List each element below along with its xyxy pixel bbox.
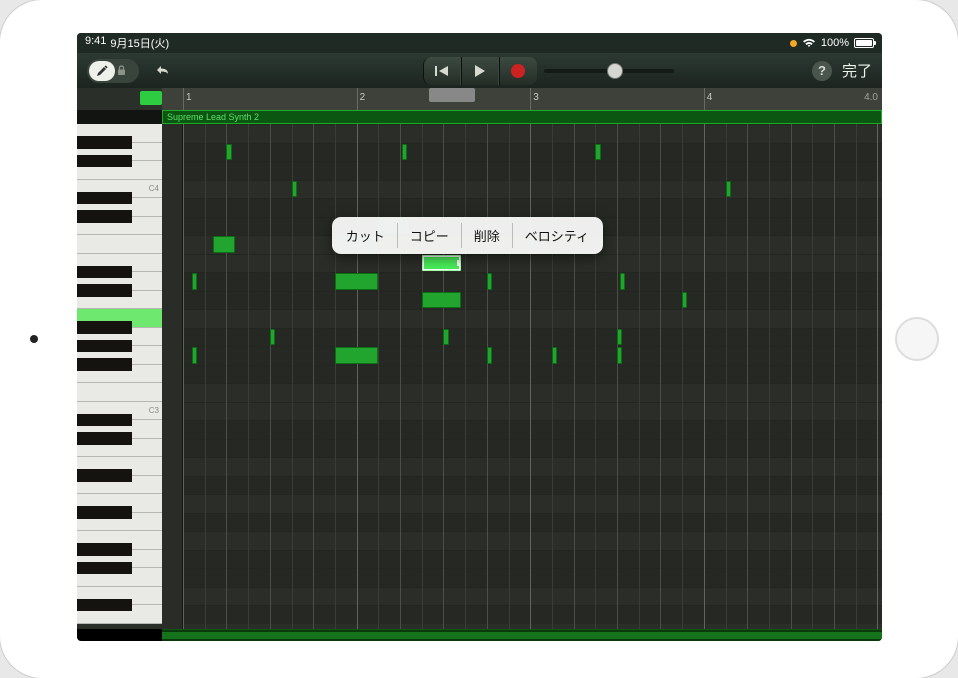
cycle-locator[interactable] [140, 91, 162, 105]
context-menu-item[interactable]: ベロシティ [513, 223, 601, 248]
piano-key-black[interactable] [77, 210, 132, 223]
context-menu: カットコピー削除ベロシティ [332, 217, 603, 254]
midi-note[interactable] [595, 144, 600, 161]
midi-note[interactable] [422, 255, 461, 272]
help-icon-glyph: ? [818, 63, 826, 78]
piano-key-black[interactable] [77, 358, 132, 371]
piano-key-black[interactable] [77, 321, 132, 334]
ruler-gutter [77, 88, 162, 110]
overview-region [162, 632, 882, 639]
midi-note[interactable] [487, 273, 492, 290]
midi-note[interactable] [487, 347, 492, 364]
screen: 9:41 9月15日(火) 100% [77, 33, 882, 641]
context-menu-item[interactable]: コピー [398, 223, 462, 248]
ruler-bar-label: 1 [186, 92, 192, 103]
playhead[interactable] [429, 88, 475, 102]
slider-thumb-icon [607, 63, 623, 79]
context-menu-item[interactable]: カット [334, 223, 398, 248]
note-grid[interactable]: カットコピー削除ベロシティ [183, 124, 882, 629]
status-time: 9:41 [85, 35, 106, 51]
midi-note[interactable] [422, 292, 461, 309]
note-grid-gutter [162, 124, 183, 629]
piano-key-black[interactable] [77, 414, 132, 427]
piano-key-label: C4 [149, 184, 159, 193]
midi-note[interactable] [617, 347, 622, 364]
edit-mode-toggle[interactable] [87, 59, 139, 83]
toolbar: ? 完了 [77, 53, 882, 88]
midi-note[interactable] [192, 347, 197, 364]
ruler[interactable]: 4.0 1 2 3 4 [77, 88, 882, 110]
piano-key-label: C3 [149, 406, 159, 415]
piano-key-black[interactable] [77, 284, 132, 297]
done-button[interactable]: 完了 [842, 60, 872, 81]
volume-slider[interactable] [544, 60, 674, 82]
transport-controls [423, 57, 537, 85]
piano-keyboard[interactable]: C4 C3 [77, 124, 162, 629]
piano-key-black[interactable] [77, 192, 132, 205]
play-button[interactable] [461, 57, 499, 85]
status-date: 9月15日(火) [110, 35, 169, 51]
ipad-frame: 9:41 9月15日(火) 100% [0, 0, 958, 678]
midi-note[interactable] [192, 273, 197, 290]
piano-key-black[interactable] [77, 543, 132, 556]
piano-key[interactable] [77, 383, 162, 402]
midi-note[interactable] [443, 329, 448, 346]
midi-note[interactable] [552, 347, 557, 364]
piano-key-black[interactable] [77, 340, 132, 353]
piano-key-black[interactable] [77, 562, 132, 575]
record-button[interactable] [499, 57, 537, 85]
ruler-bar-label: 3 [533, 92, 539, 103]
wifi-icon [802, 38, 816, 48]
location-dot-icon [790, 40, 797, 47]
ruler-bar-label: 4 [707, 92, 713, 103]
piano-key-black[interactable] [77, 469, 132, 482]
help-button[interactable]: ? [812, 61, 832, 81]
piano-key[interactable] [77, 235, 162, 254]
midi-note[interactable] [213, 236, 235, 253]
piano-roll: C4 C3 カットコピー削除ベロシティ [77, 124, 882, 629]
midi-note[interactable] [726, 181, 731, 198]
piano-key-black[interactable] [77, 136, 132, 149]
midi-note[interactable] [226, 144, 231, 161]
rewind-button[interactable] [423, 57, 461, 85]
midi-note[interactable] [335, 273, 378, 290]
status-bar: 9:41 9月15日(火) 100% [77, 33, 882, 53]
undo-button[interactable] [151, 59, 175, 83]
lock-icon [117, 65, 126, 76]
midi-note[interactable] [682, 292, 687, 309]
battery-percent: 100% [821, 37, 849, 49]
midi-note[interactable] [335, 347, 378, 364]
ruler-timeline[interactable]: 4.0 1 2 3 4 [162, 88, 882, 110]
region-name[interactable]: Supreme Lead Synth 2 [162, 110, 882, 124]
home-button[interactable] [895, 317, 939, 361]
piano-key-black[interactable] [77, 506, 132, 519]
ruler-bar-label: 2 [360, 92, 366, 103]
midi-note[interactable] [270, 329, 275, 346]
piano-key-black[interactable] [77, 432, 132, 445]
midi-note[interactable] [402, 144, 407, 161]
overview-scrollbar[interactable] [162, 629, 882, 641]
record-icon [511, 64, 525, 78]
battery-icon [854, 38, 874, 48]
camera-icon [30, 335, 38, 343]
pencil-icon [89, 61, 115, 81]
ruler-end-label: 4.0 [864, 92, 878, 103]
piano-key-black[interactable] [77, 155, 132, 168]
context-menu-item[interactable]: 削除 [462, 223, 513, 248]
midi-note[interactable] [617, 329, 622, 346]
region-header: Supreme Lead Synth 2 [77, 110, 882, 124]
piano-key-black[interactable] [77, 599, 132, 612]
midi-note[interactable] [620, 273, 625, 290]
piano-key-black[interactable] [77, 266, 132, 279]
midi-note[interactable] [292, 181, 297, 198]
